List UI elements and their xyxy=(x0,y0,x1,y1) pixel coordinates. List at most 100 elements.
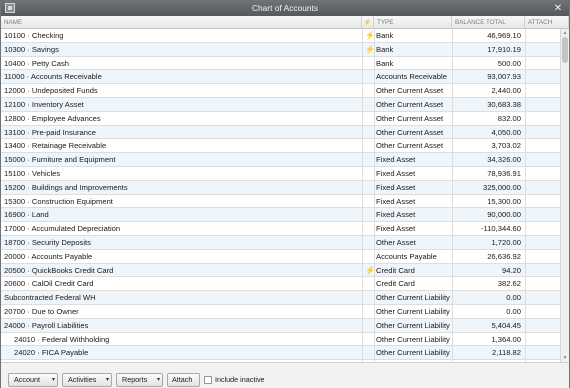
account-name: 18700 · Security Deposits xyxy=(4,238,91,247)
column-divider xyxy=(525,29,526,362)
online-banking-icon xyxy=(365,346,374,359)
account-balance: 382.62 xyxy=(497,279,521,289)
account-type: Fixed Asset xyxy=(376,155,416,165)
account-type: Fixed Asset xyxy=(376,169,416,178)
account-row[interactable]: 12800 · Employee Advances Other Current A… xyxy=(1,112,560,126)
account-name: 15300 · Construction Equipment xyxy=(4,196,113,206)
column-type-header[interactable]: TYPE xyxy=(374,16,452,29)
scroll-up-icon[interactable]: ▲ xyxy=(562,30,568,36)
account-balance: 832.00 xyxy=(497,113,521,123)
online-banking-icon xyxy=(365,250,374,263)
account-balance: -110,344.60 xyxy=(481,224,521,234)
online-banking-icon xyxy=(365,222,374,235)
close-icon[interactable]: ✕ xyxy=(551,1,565,16)
account-name: 20500 · QuickBooks Credit Card xyxy=(4,265,114,275)
account-row[interactable]: 20000 · Accounts Payable Accounts Payable… xyxy=(1,250,560,264)
account-row[interactable]: 12000 · Undeposited Funds Other Current A… xyxy=(1,84,560,98)
account-row[interactable]: 17000 · Accumulated Depreciation Fixed As… xyxy=(1,222,560,236)
account-row[interactable]: 12100 · Inventory Asset Other Current Ass… xyxy=(1,98,560,112)
account-row[interactable]: 10100 · Checking ⚡ Bank 46,969.10 xyxy=(1,29,560,43)
account-row[interactable]: 13100 · Pre-paid Insurance Other Current … xyxy=(1,125,560,140)
account-menu-button[interactable]: Account ▾ xyxy=(8,373,58,387)
account-balance: 500.00 xyxy=(497,58,521,68)
account-type: Credit Card xyxy=(376,279,415,289)
account-row[interactable]: 24010 · Federal Withholding Other Current… xyxy=(1,333,560,347)
account-balance: 78,936.91 xyxy=(487,169,521,178)
account-row[interactable]: Subcontracted Federal WH Other Current Li… xyxy=(1,291,560,305)
online-banking-icon xyxy=(365,181,374,194)
account-type: Other Current Asset xyxy=(376,127,444,137)
account-balance: 90,000.00 xyxy=(487,210,521,220)
online-banking-icon xyxy=(365,291,374,304)
activities-menu-button[interactable]: Activities ▾ xyxy=(62,373,112,387)
account-type: Other Current Liability xyxy=(376,307,450,316)
account-type: Bank xyxy=(376,58,394,68)
account-type: Accounts Payable xyxy=(376,251,437,261)
online-banking-icon xyxy=(365,319,374,332)
account-type: Other Current Liability xyxy=(376,320,450,330)
title-bar: Chart of Accounts ✕ xyxy=(1,1,569,16)
account-type: Fixed Asset xyxy=(376,224,416,234)
column-attach-header[interactable]: ATTACH xyxy=(525,16,569,29)
account-type: Fixed Asset xyxy=(376,210,416,220)
online-banking-icon xyxy=(365,57,374,70)
account-name: 10100 · Checking xyxy=(4,31,64,40)
account-row[interactable]: 20500 · QuickBooks Credit Card ⚡ Credit Ca… xyxy=(1,263,560,278)
online-banking-icon: ⚡ xyxy=(365,44,374,54)
include-inactive-checkbox[interactable] xyxy=(204,376,212,384)
attach-button[interactable]: Attach xyxy=(167,373,200,387)
scroll-down-icon[interactable]: ▼ xyxy=(562,355,568,361)
account-menu-label: Account xyxy=(14,375,40,384)
vertical-scrollbar[interactable]: ▲ ▼ xyxy=(560,29,569,362)
account-type: Other Current Liability xyxy=(376,348,450,358)
online-banking-icon xyxy=(365,112,374,125)
account-balance: 325,000.00 xyxy=(482,182,521,192)
account-name: 24020 · FICA Payable xyxy=(14,348,89,358)
account-name: 24000 · Payroll Liabilities xyxy=(4,320,89,330)
account-name: 15000 · Furniture and Equipment xyxy=(4,155,116,165)
account-row[interactable]: 16900 · Land Fixed Asset 90,000.00 xyxy=(1,208,560,223)
account-balance: 3,703.02 xyxy=(491,141,521,151)
account-row[interactable]: 10400 · Petty Cash Bank 500.00 xyxy=(1,57,560,71)
account-row[interactable]: 15100 · Vehicles Fixed Asset 78,936.91 xyxy=(1,167,560,181)
accounts-list: 10100 · Checking ⚡ Bank 46,969.10 10300 · Sa… xyxy=(1,29,560,362)
account-row[interactable]: 11000 · Accounts Receivable Accounts Rece… xyxy=(1,70,560,85)
account-row[interactable]: 15300 · Construction Equipment Fixed Asse… xyxy=(1,195,560,209)
account-balance: 46,969.10 xyxy=(487,31,521,40)
account-name: 20000 · Accounts Payable xyxy=(4,251,93,261)
account-row[interactable]: 10300 · Savings ⚡ Bank 17,910.19 xyxy=(1,42,560,57)
column-balance-header[interactable]: BALANCE TOTAL xyxy=(452,16,525,29)
account-row[interactable]: 24020 · FICA Payable Other Current Liabil… xyxy=(1,346,560,361)
account-balance: 4,050.00 xyxy=(491,127,521,137)
account-name: 15200 · Buildings and Improvements xyxy=(4,182,128,192)
account-row[interactable]: 20700 · Due to Owner Other Current Liabil… xyxy=(1,305,560,319)
online-banking-icon xyxy=(365,208,374,221)
account-row[interactable]: 15000 · Furniture and Equipment Fixed Ass… xyxy=(1,153,560,167)
account-type: Credit Card xyxy=(376,265,415,275)
account-name: 12100 · Inventory Asset xyxy=(4,100,84,109)
account-type: Accounts Receivable xyxy=(376,72,447,82)
account-type: Other Current Asset xyxy=(376,141,444,151)
account-row[interactable]: 13400 · Retainage Receivable Other Curren… xyxy=(1,139,560,154)
account-row[interactable]: 15200 · Buildings and Improvements Fixed … xyxy=(1,180,560,195)
account-balance: 26,636.92 xyxy=(487,251,521,261)
chevron-down-icon: ▾ xyxy=(156,377,160,383)
online-banking-icon: ⚡ xyxy=(365,265,374,275)
reports-menu-button[interactable]: Reports ▾ xyxy=(116,373,163,387)
account-balance: 94.20 xyxy=(501,265,521,275)
account-type: Other Asset xyxy=(376,238,416,247)
account-row[interactable]: 18700 · Security Deposits Other Asset 1,72… xyxy=(1,236,560,250)
online-banking-icon-header[interactable]: ⚡ xyxy=(362,16,374,29)
account-type: Fixed Asset xyxy=(376,182,416,192)
column-name-header[interactable]: NAME xyxy=(1,16,362,29)
account-type: Other Current Asset xyxy=(376,86,444,96)
account-type: Other Current Liability xyxy=(376,293,450,303)
online-banking-icon xyxy=(365,167,374,180)
account-balance: 0.00 xyxy=(506,293,521,303)
scrollbar-thumb[interactable] xyxy=(562,37,568,63)
account-row[interactable]: 20600 · CalOil Credit Card Credit Card 382… xyxy=(1,277,560,292)
window-title: Chart of Accounts xyxy=(251,3,319,13)
account-row[interactable]: 24000 · Payroll Liabilities Other Current… xyxy=(1,318,560,333)
include-inactive-label: Include inactive xyxy=(215,375,265,384)
account-name: 13400 · Retainage Receivable xyxy=(4,141,107,151)
